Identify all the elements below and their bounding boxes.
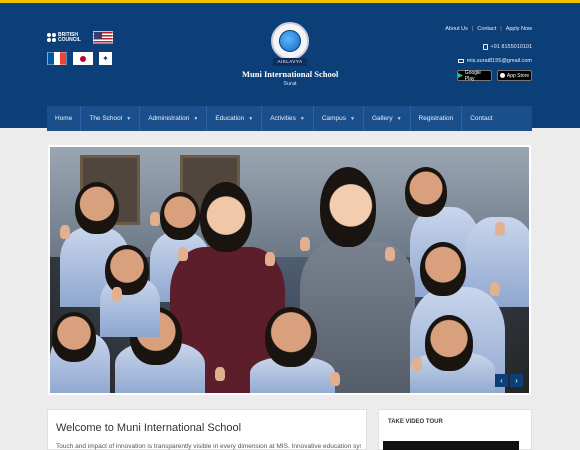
- hand-gesture: [178, 247, 188, 261]
- nav-label: Administration: [148, 115, 190, 122]
- usa-flag-icon[interactable]: [93, 31, 113, 44]
- chevron-left-icon: ‹: [500, 376, 503, 385]
- hand-gesture: [60, 225, 70, 239]
- chevron-down-icon: ▼: [350, 115, 355, 122]
- divider: |: [500, 26, 502, 32]
- email-address: mis.surat8155@gmail.com: [466, 58, 532, 64]
- phone-icon: [482, 44, 488, 50]
- child-figure: [52, 312, 96, 362]
- emblem-icon[interactable]: ✦: [99, 52, 112, 65]
- nav-item-registration[interactable]: Registration: [411, 106, 463, 131]
- child-figure: [160, 192, 200, 240]
- main-nav: Home The School ▼ Administration ▼ Educati…: [47, 106, 532, 131]
- chevron-down-icon: ▼: [248, 115, 254, 122]
- british-council-label: BRITISH COUNCIL: [58, 31, 81, 43]
- nav-item-contact[interactable]: Contact: [462, 106, 500, 131]
- slider-prev-button[interactable]: ‹: [495, 374, 508, 387]
- apple-icon: [499, 73, 505, 78]
- video-player[interactable]: [383, 441, 519, 450]
- top-links: About Us | Contact | Apply Now: [445, 26, 532, 32]
- crest-ribbon: AIKLAVYA: [273, 58, 307, 66]
- hand-gesture: [215, 367, 225, 381]
- nav-item-education[interactable]: Education ▼: [207, 106, 263, 131]
- video-tour-panel: TAKE VIDEO TOUR: [378, 409, 532, 450]
- child-figure: [405, 167, 447, 217]
- child-figure: [105, 245, 149, 295]
- nav-label: Education: [215, 115, 245, 122]
- school-city: Surat: [283, 81, 297, 87]
- affiliation-logos-row-2: ✦: [47, 52, 112, 65]
- nav-item-home[interactable]: Home: [47, 106, 82, 131]
- hand-gesture: [300, 237, 310, 251]
- hand-gesture: [412, 357, 422, 371]
- chevron-down-icon: ▼: [193, 115, 199, 122]
- welcome-body: Touch and impact of innovation is transp…: [56, 443, 361, 450]
- child-figure: [420, 242, 466, 296]
- link-about-us[interactable]: About Us: [445, 26, 468, 32]
- hand-gesture: [265, 252, 275, 266]
- phone-contact[interactable]: +91 8155010101: [482, 44, 532, 50]
- school-crest: [271, 22, 309, 60]
- school-name: Muni International School: [242, 69, 339, 79]
- google-play-icon: [458, 73, 463, 78]
- nav-label: Registration: [418, 115, 454, 122]
- chevron-down-icon: ▼: [126, 115, 132, 122]
- hand-gesture: [495, 222, 505, 236]
- teacher-figure: [200, 182, 252, 252]
- google-play-button[interactable]: Google Play: [457, 69, 492, 82]
- child-figure: [265, 307, 317, 367]
- nav-label: Contact: [470, 115, 493, 122]
- nav-item-campus[interactable]: Campus ▼: [314, 106, 364, 131]
- nav-label: Gallery: [371, 115, 393, 122]
- phone-number: +91 8155010101: [490, 44, 532, 50]
- nav-item-activities[interactable]: Activities ▼: [262, 106, 314, 131]
- teacher-figure: [320, 167, 376, 247]
- chevron-down-icon: ▼: [396, 115, 402, 122]
- hand-gesture: [112, 287, 122, 301]
- video-tour-title: TAKE VIDEO TOUR: [388, 419, 443, 425]
- hand-gesture: [330, 372, 340, 386]
- google-play-label: Google Play: [464, 69, 481, 82]
- nav-label: Campus: [321, 115, 347, 122]
- slider-next-button[interactable]: ›: [510, 374, 523, 387]
- divider: |: [471, 26, 474, 32]
- nav-item-the-school[interactable]: The School ▼: [81, 106, 141, 131]
- child-figure: [75, 182, 119, 234]
- welcome-title: Welcome to Muni International School: [56, 422, 242, 434]
- hand-gesture: [385, 247, 395, 261]
- school-logo[interactable]: AIKLAVYA Muni International School Surat: [242, 22, 338, 87]
- chevron-right-icon: ›: [515, 376, 518, 385]
- mail-icon: [457, 59, 464, 63]
- site-header: BRITISH COUNCIL ✦ AIKLAVYA Muni Internat…: [0, 3, 580, 131]
- chevron-down-icon: ▼: [299, 115, 305, 122]
- affiliation-logos-row-1: BRITISH COUNCIL: [47, 31, 113, 44]
- child-figure: [425, 315, 473, 371]
- app-store-label: App Store: [506, 72, 530, 79]
- british-council-logo[interactable]: BRITISH COUNCIL: [47, 31, 86, 43]
- hero-slider[interactable]: ‹ ›: [48, 145, 531, 395]
- hand-gesture: [150, 212, 160, 226]
- japan-flag-icon[interactable]: [73, 52, 93, 65]
- email-contact[interactable]: mis.surat8155@gmail.com: [457, 58, 532, 64]
- nav-label: The School: [89, 115, 123, 122]
- app-store-badges: Google Play App Store: [457, 69, 532, 82]
- globe-icon: [279, 30, 301, 52]
- link-apply-now[interactable]: Apply Now: [506, 26, 532, 32]
- nav-label: Home: [55, 115, 73, 122]
- nav-item-administration[interactable]: Administration ▼: [140, 106, 208, 131]
- welcome-section: Welcome to Muni International School Tou…: [47, 409, 367, 450]
- link-contact[interactable]: Contact: [477, 26, 496, 32]
- hero-photo: [50, 147, 529, 393]
- app-store-button[interactable]: App Store: [497, 70, 532, 81]
- nav-label: Activities: [270, 115, 296, 122]
- nav-item-gallery[interactable]: Gallery ▼: [364, 106, 411, 131]
- page: BRITISH COUNCIL ✦ AIKLAVYA Muni Internat…: [0, 0, 580, 450]
- france-flag-icon[interactable]: [47, 52, 67, 65]
- slider-controls: ‹ ›: [495, 374, 523, 387]
- hand-gesture: [490, 282, 500, 296]
- british-council-icon: [47, 33, 56, 42]
